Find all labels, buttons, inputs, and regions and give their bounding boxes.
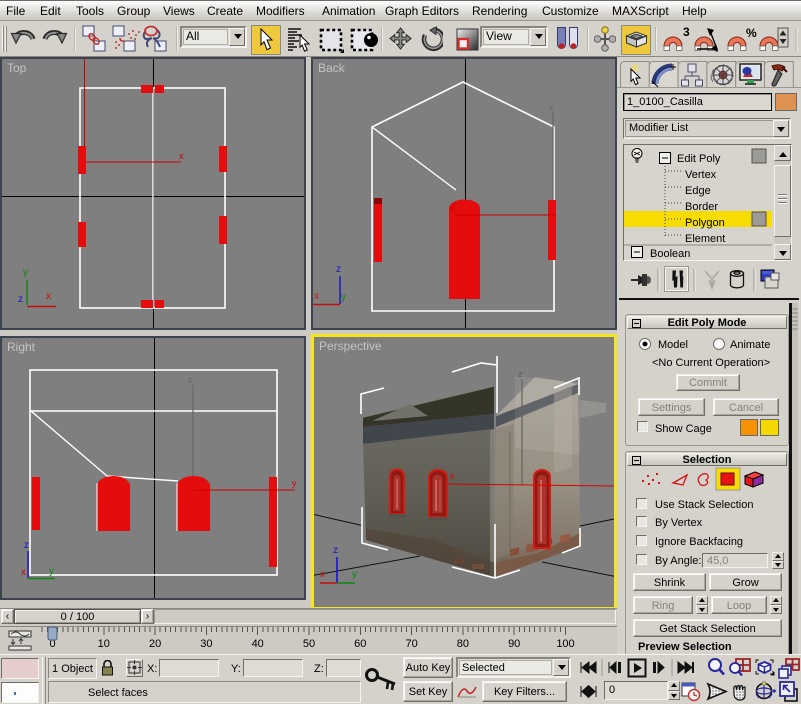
svg-text:Border: Border — [685, 201, 718, 213]
svg-text:y: y — [49, 566, 54, 577]
svg-text:y: y — [23, 267, 28, 278]
svg-text:%: % — [746, 26, 757, 40]
svg-text:Element: Element — [685, 233, 725, 245]
svg-text:Model: Model — [658, 339, 688, 351]
svg-text:70: 70 — [405, 638, 417, 650]
svg-text:3: 3 — [683, 25, 690, 39]
svg-text:z: z — [24, 540, 29, 551]
svg-text:20: 20 — [149, 638, 161, 650]
svg-text:y: y — [352, 569, 357, 580]
svg-text:Edge: Edge — [685, 185, 711, 197]
svg-text:90: 90 — [508, 638, 520, 650]
svg-text:Polygon: Polygon — [685, 217, 725, 229]
svg-text:x: x — [46, 291, 51, 302]
svg-text:100: 100 — [556, 638, 574, 650]
svg-text:z: z — [336, 264, 341, 275]
svg-text:40: 40 — [252, 638, 264, 650]
svg-text:Animate: Animate — [730, 339, 770, 351]
svg-text:Edit Poly: Edit Poly — [677, 153, 721, 165]
svg-text:10: 10 — [98, 638, 110, 650]
svg-text:z: z — [549, 102, 554, 112]
svg-text:Boolean: Boolean — [650, 248, 690, 260]
svg-text:50: 50 — [303, 638, 315, 650]
svg-text:Vertex: Vertex — [685, 169, 717, 181]
svg-text:60: 60 — [354, 638, 366, 650]
svg-text:z: z — [18, 294, 23, 305]
svg-text:x: x — [450, 203, 455, 213]
svg-text:x: x — [179, 151, 184, 161]
svg-text:x: x — [314, 291, 319, 302]
svg-text:80: 80 — [457, 638, 469, 650]
svg-text:x: x — [320, 569, 325, 580]
svg-text:<No Current Operation>: <No Current Operation> — [652, 357, 770, 369]
svg-text:y: y — [341, 292, 346, 303]
svg-text:z: z — [188, 375, 193, 385]
svg-text:y: y — [292, 478, 297, 488]
svg-text:30: 30 — [200, 638, 212, 650]
svg-text:z: z — [518, 369, 523, 379]
svg-text:x: x — [21, 567, 26, 578]
svg-text:z: z — [333, 545, 338, 556]
svg-text:x: x — [450, 471, 455, 481]
